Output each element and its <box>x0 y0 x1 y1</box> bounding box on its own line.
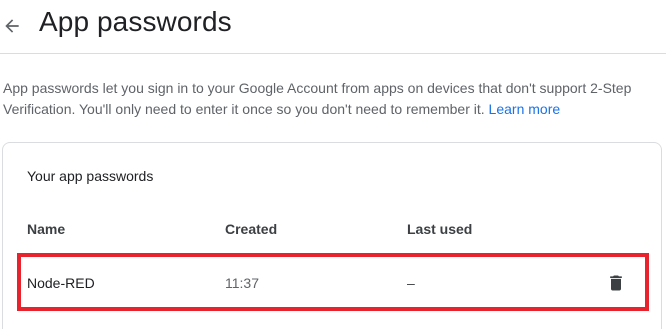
trash-icon <box>610 275 622 291</box>
last-used-cell: – <box>407 275 415 291</box>
header: App passwords <box>0 0 666 54</box>
app-passwords-card: Your app passwords Name Created Last use… <box>2 142 662 329</box>
intro-text: App passwords let you sign in to your Go… <box>3 78 663 120</box>
card-title: Your app passwords <box>27 168 154 184</box>
table-row: Node-RED 11:37 – <box>17 253 649 311</box>
created-cell: 11:37 <box>225 275 259 291</box>
page-title: App passwords <box>39 6 232 37</box>
column-header-name: Name <box>27 221 66 237</box>
column-header-created: Created <box>225 221 278 237</box>
delete-button[interactable] <box>605 271 627 295</box>
app-passwords-page: App passwords App passwords let you sign… <box>0 0 666 329</box>
back-button[interactable] <box>0 12 24 40</box>
learn-more-link[interactable]: Learn more <box>489 101 561 117</box>
app-name-cell: Node-RED <box>27 275 95 291</box>
column-header-last-used: Last used <box>407 221 473 237</box>
back-arrow-icon <box>5 19 19 33</box>
